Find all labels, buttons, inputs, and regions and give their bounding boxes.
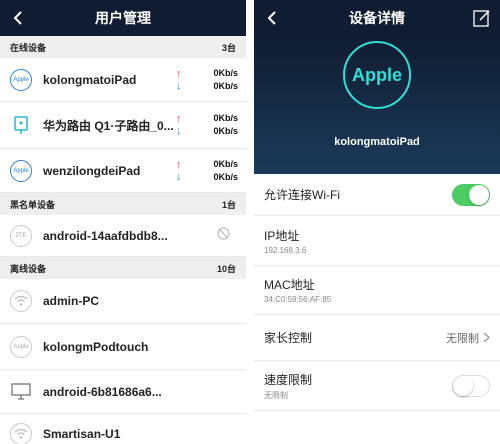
section-count: 1台 xyxy=(221,199,236,210)
router-icon xyxy=(10,114,32,136)
wifi-toggle[interactable] xyxy=(452,183,490,206)
speed-limit-row: 速度限制 无限制 xyxy=(254,361,500,411)
parental-value-text: 无限制 xyxy=(446,332,479,345)
device-name: android-6b81686a6... xyxy=(43,384,162,399)
device-name: wenzilongdeiPad xyxy=(43,163,141,178)
mac-label: MAC地址 xyxy=(264,278,315,292)
device-row[interactable]: android-6b81686a6... xyxy=(0,370,246,414)
ip-address-row: IP地址 192.168.3.6 xyxy=(254,216,500,266)
apple-logo-icon: Apple xyxy=(10,68,32,91)
speed-values: 0Kb/s 0Kb/s xyxy=(213,158,238,184)
download-speed: 0Kb/s xyxy=(213,171,238,182)
blocked-icon[interactable] xyxy=(217,226,230,245)
edit-icon xyxy=(473,10,490,27)
upload-arrow-icon: ↑ xyxy=(176,67,182,80)
download-arrow-icon: ↓ xyxy=(176,125,182,137)
speed-arrows: ↑ ↓ xyxy=(176,113,182,137)
nav-bar: 用户管理 xyxy=(0,0,246,36)
monitor-icon xyxy=(10,381,32,403)
mac-address-row: MAC地址 34:C0:59:56:AF:85 xyxy=(254,266,500,315)
toggle-knob xyxy=(453,375,473,396)
section-count: 3台 xyxy=(221,42,236,53)
device-row[interactable]: admin-PC xyxy=(0,279,246,324)
section-count: 10台 xyxy=(216,263,236,274)
device-row[interactable]: Smartisan-U1 xyxy=(0,414,246,444)
toggle-knob xyxy=(469,184,489,205)
mac-value: 34:C0:59:56:AF:85 xyxy=(264,295,332,304)
blacklist-section-header: 黑名单设备 1台 xyxy=(0,193,246,215)
speed-arrows: ↑ ↓ xyxy=(176,159,182,183)
section-label: 黑名单设备 xyxy=(10,199,56,210)
speed-values: 0Kb/s 0Kb/s xyxy=(213,112,238,138)
device-row[interactable]: Apple wenzilongdeiPad ↑ ↓ 0Kb/s 0Kb/s xyxy=(0,149,246,193)
download-arrow-icon: ↓ xyxy=(176,79,182,92)
device-name: admin-PC xyxy=(43,294,100,308)
apple-logo-icon: Apple xyxy=(343,41,411,109)
ip-label: IP地址 xyxy=(264,228,300,243)
apple-logo-icon: Apple xyxy=(10,335,32,358)
chevron-right-icon xyxy=(483,332,490,343)
wifi-icon xyxy=(10,290,32,312)
nav-bar: 设备详情 xyxy=(254,0,500,36)
ip-value: 192.168.3.6 xyxy=(264,245,307,255)
download-speed: 0Kb/s xyxy=(213,126,238,136)
device-name: kolongmatoiPad xyxy=(43,72,137,87)
parental-control-row[interactable]: 家长控制 无限制 xyxy=(254,315,500,361)
upload-speed: 0Kb/s xyxy=(213,67,238,78)
device-row[interactable]: Apple kolongmPodtouch xyxy=(0,324,246,370)
upload-speed: 0Kb/s xyxy=(213,113,238,123)
download-speed: 0Kb/s xyxy=(213,80,238,91)
speed-values: 0Kb/s 0Kb/s xyxy=(213,67,238,93)
section-label: 离线设备 xyxy=(10,263,47,274)
download-arrow-icon: ↓ xyxy=(176,170,182,183)
upload-arrow-icon: ↑ xyxy=(176,158,182,171)
device-name: kolongmatoiPad xyxy=(334,136,420,148)
device-name: android-14aafdbdb8... xyxy=(43,228,168,243)
wifi-icon xyxy=(10,423,32,444)
device-name: kolongmPodtouch xyxy=(43,339,149,354)
device-name: 华为路由 Q1·子路由_0... xyxy=(43,118,173,133)
page-title: 用户管理 xyxy=(95,10,151,26)
online-section-header: 在线设备 3台 xyxy=(0,36,246,58)
upload-arrow-icon: ↑ xyxy=(176,113,182,125)
edit-button[interactable] xyxy=(472,8,492,28)
device-hero: Apple kolongmatoiPad xyxy=(254,36,500,174)
device-row[interactable]: ZTE android-14aafdbdb8... xyxy=(0,215,246,257)
wifi-setting-row: 允许连接Wi-Fi xyxy=(254,174,500,216)
parental-value: 无限制 xyxy=(446,330,490,346)
zte-logo-icon: ZTE xyxy=(10,224,32,247)
speed-arrows: ↑ ↓ xyxy=(176,68,182,92)
offline-section-header: 离线设备 10台 xyxy=(0,257,246,279)
apple-logo-icon: Apple xyxy=(10,159,32,182)
section-label: 在线设备 xyxy=(10,42,47,53)
user-management-screen: 用户管理 在线设备 3台 Apple kolongmatoiPad ↑ ↓ 0K… xyxy=(0,0,246,444)
device-detail-screen: 设备详情 Apple kolongmatoiPad 允许连接Wi-Fi IP地址… xyxy=(254,0,500,444)
speed-limit-toggle[interactable] xyxy=(452,374,490,397)
device-row[interactable]: Apple kolongmatoiPad ↑ ↓ 0Kb/s 0Kb/s xyxy=(0,58,246,102)
upload-speed: 0Kb/s xyxy=(213,158,238,169)
page-title: 设备详情 xyxy=(349,10,405,26)
device-name: Smartisan-U1 xyxy=(43,427,121,441)
device-row[interactable]: 华为路由 Q1·子路由_0... ↑ ↓ 0Kb/s 0Kb/s xyxy=(0,102,246,149)
